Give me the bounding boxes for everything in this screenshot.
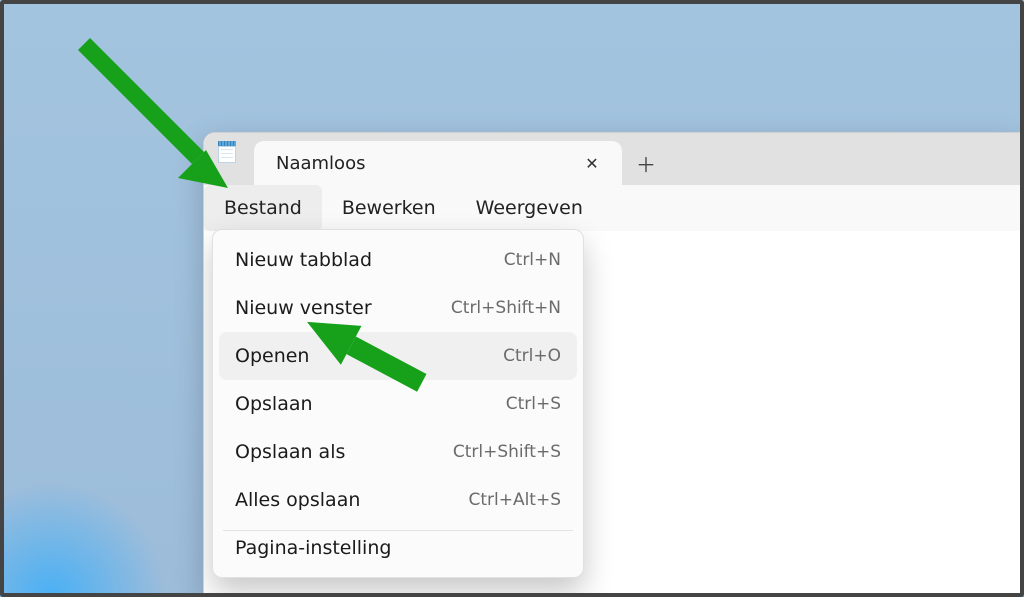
new-tab-button[interactable]: ＋ xyxy=(622,141,670,185)
menu-item-open[interactable]: Openen Ctrl+O xyxy=(219,332,577,380)
menu-item-new-window[interactable]: Nieuw venster Ctrl+Shift+N xyxy=(219,284,577,332)
menu-file[interactable]: Bestand xyxy=(204,185,322,231)
close-icon[interactable]: ✕ xyxy=(578,149,606,177)
menu-separator xyxy=(223,530,573,531)
titlebar: Naamloos ✕ ＋ xyxy=(204,133,1020,185)
menu-item-save-as[interactable]: Opslaan als Ctrl+Shift+S xyxy=(219,428,577,476)
tab-title: Naamloos xyxy=(276,153,578,174)
tab-active[interactable]: Naamloos ✕ xyxy=(254,141,622,185)
menu-item-save-all[interactable]: Alles opslaan Ctrl+Alt+S xyxy=(219,476,577,524)
menubar: Bestand Bewerken Weergeven xyxy=(204,185,1020,232)
menu-view[interactable]: Weergeven xyxy=(456,185,603,231)
menu-item-page-setup[interactable]: Pagina-instelling xyxy=(219,537,577,571)
menu-item-save[interactable]: Opslaan Ctrl+S xyxy=(219,380,577,428)
notepad-icon xyxy=(218,141,236,163)
notepad-window: Naamloos ✕ ＋ Bestand Bewerken Weergeven … xyxy=(203,132,1020,593)
menu-item-new-tab[interactable]: Nieuw tabblad Ctrl+N xyxy=(219,236,577,284)
file-menu-dropdown: Nieuw tabblad Ctrl+N Nieuw venster Ctrl+… xyxy=(212,229,584,578)
menu-edit[interactable]: Bewerken xyxy=(322,185,456,231)
plus-icon: ＋ xyxy=(636,149,656,178)
